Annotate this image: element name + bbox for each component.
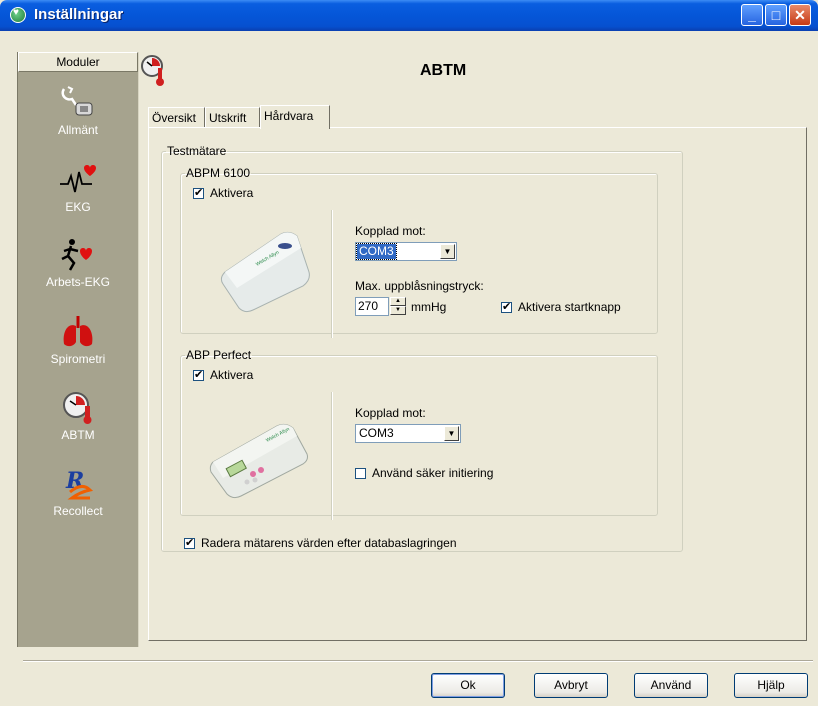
checkbox-box[interactable] <box>184 536 195 549</box>
lungs-icon <box>58 314 98 350</box>
chevron-down-icon[interactable]: ▼ <box>444 426 459 441</box>
abpm-device-image: Welch Allyn <box>217 222 317 321</box>
sidebar-item-label: Arbets-EKG <box>45 275 111 289</box>
clock-thermometer-icon <box>58 390 98 426</box>
sidebar-item-label: Spirometri <box>50 352 106 366</box>
sidebar-item-label: ABTM <box>61 428 95 442</box>
tab-panel: Testmätare ABPM 6100 Aktivera Welch Ally… <box>148 127 807 641</box>
abp-divider <box>331 392 333 520</box>
select-value: COM3 <box>356 243 397 260</box>
ecg-heart-icon <box>58 162 98 198</box>
recollect-logo-icon: R <box>58 466 98 502</box>
delete-after-save-checkbox[interactable]: Radera mätarens värden efter databaslagr… <box>184 536 457 550</box>
cancel-button[interactable]: Avbryt <box>534 673 608 698</box>
abp-safe-init-checkbox[interactable]: Använd säker initiering <box>355 466 493 480</box>
group-legend: Testmätare <box>167 144 227 158</box>
tab-hardvara[interactable]: Hårdvara <box>260 105 330 129</box>
checkbox-box[interactable] <box>355 467 366 479</box>
sidebar-item-abtm[interactable]: ABTM <box>18 390 138 442</box>
abpm-startbutton-checkbox[interactable]: Aktivera startknapp <box>501 300 621 314</box>
sidebar-item-label: Recollect <box>53 504 103 518</box>
sidebar-item-ekg[interactable]: EKG <box>18 162 138 214</box>
spin-up-icon[interactable]: ▲ <box>390 297 406 306</box>
group-legend: ABPM 6100 <box>186 166 251 180</box>
abpm-divider <box>331 210 333 338</box>
sidebar-item-arbets-ekg[interactable]: Arbets-EKG <box>18 237 138 289</box>
abpm-activate-checkbox[interactable]: Aktivera <box>193 186 253 200</box>
sidebar-item-spirometri[interactable]: Spirometri <box>18 314 138 366</box>
window-title: Inställningar <box>34 6 124 23</box>
sidebar-header: Moduler <box>18 52 138 72</box>
minimize-button[interactable]: _ <box>741 4 763 26</box>
sidebar-item-allmant[interactable]: Allmänt <box>18 85 138 137</box>
abp-device-image: Welch Allyn <box>207 402 317 505</box>
abp-perfect-group: ABP Perfect Aktivera Welch Allyn <box>180 348 658 520</box>
abpm-pressure-label: Max. uppblåsningstryck: <box>355 279 484 293</box>
phone-plug-icon <box>58 85 98 121</box>
spin-down-icon[interactable]: ▼ <box>390 306 406 315</box>
tab-oversikt[interactable]: Översikt <box>148 107 205 127</box>
sidebar-item-recollect[interactable]: R Recollect <box>18 466 138 518</box>
abpm-port-select[interactable]: COM3 ▼ <box>355 242 457 261</box>
settings-window: Inställningar _ □ ✕ Moduler Allmänt <box>0 0 818 706</box>
abpm-pressure-input[interactable]: 270 <box>355 297 389 316</box>
checkbox-box[interactable] <box>193 368 204 381</box>
abp-connected-label: Kopplad mot: <box>355 406 426 420</box>
checkbox-label: Aktivera <box>210 186 254 200</box>
checkbox-box[interactable] <box>501 300 512 313</box>
ok-button[interactable]: Ok <box>431 673 505 698</box>
running-man-heart-icon <box>58 237 98 273</box>
checkbox-label: Använd säker initiering <box>372 466 494 480</box>
tab-utskrift[interactable]: Utskrift <box>205 107 260 127</box>
chevron-down-icon[interactable]: ▼ <box>440 244 455 259</box>
abpm-pressure-spinner[interactable]: ▲ ▼ <box>390 297 406 316</box>
maximize-button[interactable]: □ <box>765 4 787 26</box>
footer-separator <box>23 660 813 662</box>
select-value: COM3 <box>359 426 394 440</box>
checkbox-label: Radera mätarens värden efter databaslagr… <box>201 536 457 550</box>
abp-activate-checkbox[interactable]: Aktivera <box>193 368 253 382</box>
testmatare-group: Testmätare ABPM 6100 Aktivera Welch Ally… <box>161 144 683 552</box>
checkbox-box[interactable] <box>193 186 204 199</box>
page-title: ABTM <box>420 62 467 79</box>
help-button[interactable]: Hjälp <box>734 673 808 698</box>
sidebar-item-label: Allmänt <box>57 123 98 137</box>
abp-port-select[interactable]: COM3 ▼ <box>355 424 461 443</box>
abpm-group: ABPM 6100 Aktivera Welch Allyn Kopplad m… <box>180 166 658 338</box>
abpm-connected-label: Kopplad mot: <box>355 224 426 238</box>
modules-sidebar: Moduler Allmänt EKG Arbets-EKG Spirometr… <box>17 52 139 647</box>
title-bar[interactable]: Inställningar _ □ ✕ <box>0 0 818 31</box>
sidebar-item-label: EKG <box>65 200 91 214</box>
checkbox-label: Aktivera <box>210 368 254 382</box>
apply-button[interactable]: Använd <box>634 673 708 698</box>
abpm-pressure-unit: mmHg <box>411 300 447 314</box>
group-legend: ABP Perfect <box>186 348 252 362</box>
abtm-header-icon <box>140 52 166 88</box>
close-button[interactable]: ✕ <box>789 4 811 26</box>
checkbox-label: Aktivera startknapp <box>518 300 621 314</box>
app-heart-icon <box>10 7 26 23</box>
